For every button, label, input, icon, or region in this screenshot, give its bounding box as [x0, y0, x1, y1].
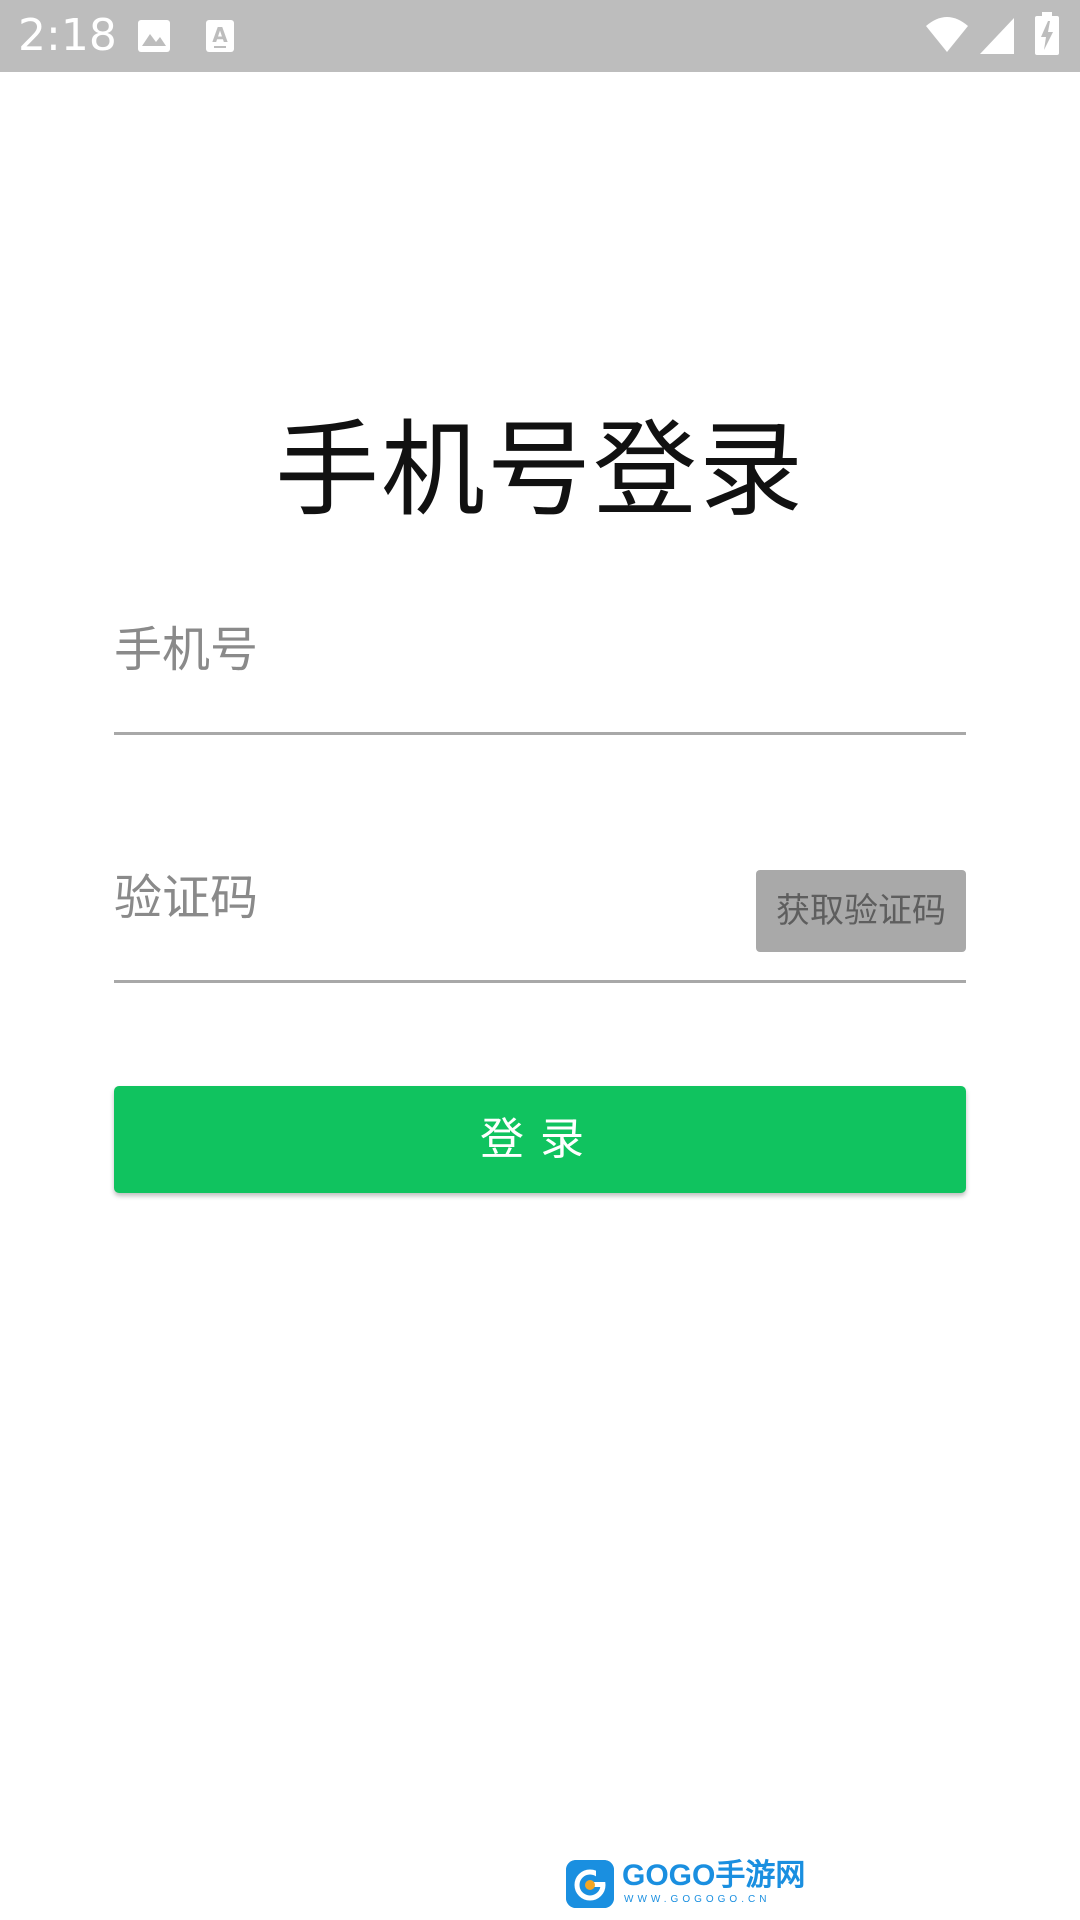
page-title: 手机号登录: [274, 409, 805, 531]
verification-code-input[interactable]: [114, 848, 714, 948]
status-bar: 2:18 A: [0, 0, 1080, 72]
battery-charging-icon: [1034, 12, 1060, 60]
login-button[interactable]: 登录: [114, 1086, 966, 1193]
watermark-logo: GOGO手游网 WWW.GOGOGO.CN: [566, 1858, 805, 1910]
code-field: 获取验证码: [114, 848, 966, 983]
login-screen: 2:18 A 手机号登录 手机号 验证码 获取验证码 登录 GOGO手游网 WW…: [0, 0, 1080, 1920]
phone-field: [114, 600, 966, 735]
phone-input[interactable]: [114, 600, 714, 700]
status-time: 2:18: [18, 10, 117, 61]
image-icon: [136, 18, 172, 58]
get-code-button[interactable]: 获取验证码: [756, 870, 966, 952]
wifi-icon: [924, 14, 970, 58]
watermark-url: WWW.GOGOGO.CN: [624, 1894, 771, 1905]
svg-text:A: A: [212, 23, 228, 47]
signal-icon: [978, 16, 1016, 60]
logo-badge-icon: [566, 1860, 614, 1908]
text-a-icon: A: [204, 18, 236, 58]
watermark-brand: GOGO手游网: [622, 1859, 806, 1892]
